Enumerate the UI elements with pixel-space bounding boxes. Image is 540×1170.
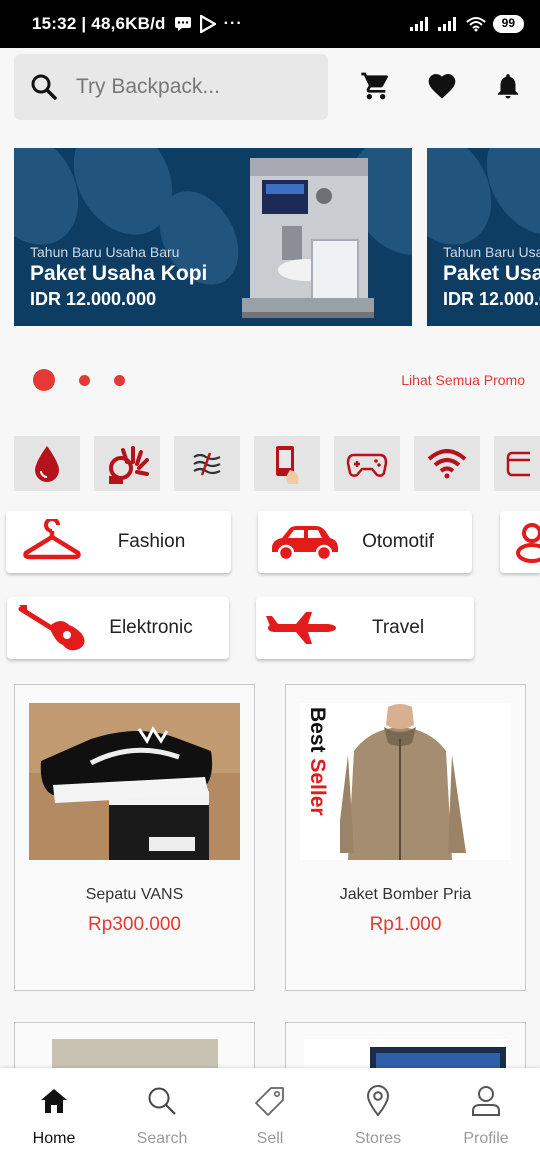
blood-drop-icon [35,445,59,482]
nav-label: Search [136,1130,188,1147]
category-label: Travel [371,617,425,638]
nav-label: Home [32,1130,76,1147]
product-card[interactable]: Best Seller Jaket Bomber Pria Rp1.000 [285,684,526,991]
category-label: Fashion [117,531,186,552]
category-label: Elektronic [109,617,193,638]
card-icon [506,451,530,476]
search-bar[interactable] [14,54,328,120]
search-icon [31,74,57,100]
banner-title: Paket Usaha Kopi [443,262,540,285]
category-label: Otomotif [362,531,434,552]
nav-label: Stores [354,1130,402,1147]
nav-sell[interactable]: Sell [216,1068,324,1170]
person-icon [472,1086,500,1116]
nav-search[interactable]: Search [108,1068,216,1170]
quick-action-games[interactable] [334,436,400,491]
hand-icon [109,445,149,484]
category-fashion[interactable]: Fashion [6,511,231,573]
category-otomotif[interactable]: Otomotif [258,511,472,573]
promo-banner[interactable]: Tahun Baru Usaha Baru Paket Usaha Kopi I… [14,148,412,326]
coffee-machine-image [242,158,374,318]
play-store-icon [199,15,216,33]
signal-icon [437,17,456,31]
wishlist-button[interactable] [424,68,460,104]
product-image [29,703,240,860]
heart-icon [428,74,456,99]
banner-subtitle: Tahun Baru Usaha Baru [30,244,180,260]
quick-action-card[interactable] [494,436,540,491]
gamepad-icon [346,453,388,477]
notification-icons: ··· [174,15,243,33]
notifications-button[interactable] [490,68,526,104]
wifi-icon [427,448,467,478]
status-right: 99 [409,15,524,33]
nav-stores[interactable]: Stores [324,1068,432,1170]
bell-icon [498,74,518,99]
best-seller-badge: Best Seller [306,707,329,816]
banner-subtitle: Tahun Baru Usaha Baru [443,244,540,260]
product-card[interactable]: Sepatu VANS Rp300.000 [14,684,255,991]
product-price: Rp300.000 [88,914,181,935]
water-icon [193,452,221,475]
product-price: Rp1.000 [369,914,442,935]
category-beauty[interactable] [500,511,540,573]
category-elektronic[interactable]: Elektronic [7,597,229,659]
nav-home[interactable]: Home [0,1068,108,1170]
banner-price: IDR 12.000.000 [30,289,157,309]
battery-indicator: 99 [492,15,524,33]
see-all-promo-link[interactable]: Lihat Semua Promo [401,372,525,388]
carousel-dot[interactable] [114,374,125,386]
product-name: Sepatu VANS [85,886,184,903]
product-image: Best Seller [300,703,511,860]
carousel-indicator [33,369,125,391]
banner-price: IDR 12.000.000 [443,289,540,309]
message-icon [174,17,191,31]
phone-credit-icon [276,445,299,484]
banner-title: Paket Usaha Kopi [30,262,208,285]
quick-action-phone-credit[interactable] [254,436,320,491]
quick-action-donation[interactable] [94,436,160,491]
status-time: 15:32 | 48,6KB/d [32,14,166,33]
status-bar: 15:32 | 48,6KB/d ··· 99 [0,0,540,48]
wifi-status-icon [465,17,486,32]
search-input[interactable] [76,75,316,99]
cart-button[interactable] [358,68,394,104]
bottom-navigation: Home Search Sell Stores Profile [0,1068,540,1170]
nav-label: Sell [256,1130,284,1147]
carousel-dot[interactable] [79,374,90,386]
search-icon [148,1087,176,1115]
nav-profile[interactable]: Profile [432,1068,540,1170]
quick-action-blood[interactable] [14,436,80,491]
carousel-dot[interactable] [33,369,55,391]
tag-icon [255,1087,284,1116]
product-name: Jaket Bomber Pria [339,886,472,903]
beauty-icon [514,521,540,568]
nav-label: Profile [463,1130,509,1147]
more-icon: ··· [223,15,243,32]
location-pin-icon [366,1085,390,1117]
app-screen: 15:32 | 48,6KB/d ··· 99 Try Backpack... … [0,0,540,1170]
signal-icon [409,17,428,31]
category-travel[interactable]: Travel [256,597,474,659]
cart-icon [361,72,389,100]
quick-action-internet[interactable] [414,436,480,491]
quick-action-water[interactable] [174,436,240,491]
promo-banner[interactable]: Tahun Baru Usaha Baru Paket Usaha Kopi I… [427,148,540,326]
home-icon [41,1089,67,1113]
